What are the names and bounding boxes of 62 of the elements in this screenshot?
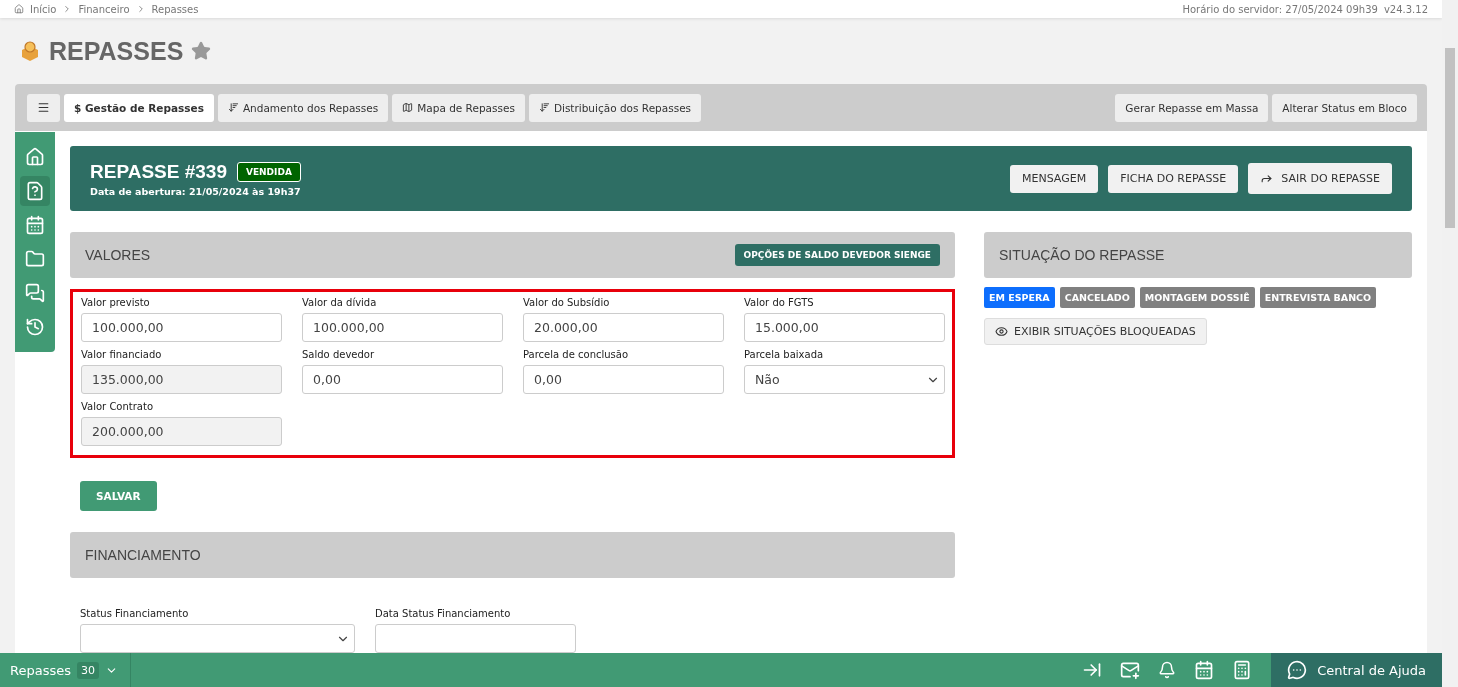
opening-date: Data de abertura: 21/05/2024 às 19h37 [90,185,301,197]
status-tag[interactable]: CANCELADO [1059,287,1135,308]
show-blocked-button[interactable]: EXIBIR SITUAÇÕES BLOQUEADAS [984,318,1207,345]
menu-button[interactable] [27,93,60,122]
field-label: Valor financiado [81,349,163,360]
sienge-options-button[interactable]: OPÇÕES DE SALDO DEVEDOR SIENGE [734,244,940,266]
tab[interactable]: $ Gestão de Repasses [64,93,214,122]
eye-icon [995,325,1008,338]
breadcrumb-link[interactable]: Início [30,3,57,15]
select-field[interactable] [80,624,355,653]
count-badge: 30 [77,661,99,679]
map-icon [402,102,414,113]
chat-bubble-icon [1287,660,1308,680]
scrollbar-thumb[interactable] [1445,48,1455,228]
document-icon[interactable] [20,176,50,206]
exit-arrow-icon [1260,172,1274,185]
breadcrumb-link[interactable]: Financeiro [78,3,130,15]
field-label: Valor previsto [81,297,151,308]
field-label: Valor da dívida [302,297,378,308]
home-icon [14,4,24,14]
version-label: v24.3.12 [1383,3,1428,15]
status-tag[interactable]: EM ESPERA [984,287,1055,308]
field-label: Saldo devedor [302,349,376,360]
status-tag[interactable]: MONTAGEM DOSSIÊ [1139,287,1255,308]
section-title: FINANCIAMENTO [85,547,201,563]
status-badge: VENDIDA [236,161,301,182]
input-field[interactable]: 0,00 [523,365,724,394]
sort-icon [227,102,239,113]
header-button[interactable]: SAIR DO REPASSE [1248,163,1392,194]
field-label: Status Financiamento [80,608,190,619]
section-title: SITUAÇÃO DO REPASSE [999,247,1165,263]
favorite-star-icon[interactable] [191,41,212,61]
header-button[interactable]: FICHA DO REPASSE [1108,164,1239,193]
input-field[interactable]: 100.000,00 [302,313,503,342]
tab[interactable]: Andamento dos Repasses [217,93,389,122]
sort-icon [538,102,550,113]
page-title: REPASSES [49,36,184,66]
record-title: REPASSE #339 [90,160,227,183]
money-box-icon [19,40,41,62]
input-field[interactable]: 20.000,00 [523,313,724,342]
field-label: Valor do Subsídio [523,297,611,308]
input-field[interactable]: 100.000,00 [81,313,282,342]
menu-icon [37,101,50,114]
field-label: Parcela baixada [744,349,825,360]
field-label: Data Status Financiamento [375,608,512,619]
select-field[interactable]: Não [744,365,945,394]
field-label: Valor Contrato [81,401,155,412]
input-field[interactable] [375,624,576,653]
breadcrumb-link[interactable]: Repasses [151,3,199,15]
input-field[interactable]: 0,00 [302,365,503,394]
tab[interactable]: Distribuição dos Repasses [528,93,702,122]
field-label: Parcela de conclusão [523,349,630,360]
toolbar-button[interactable]: Gerar Repasse em Massa [1115,93,1269,122]
server-time: Horário do servidor: 27/05/2024 09h39 [1182,3,1378,15]
field-label: Valor do FGTS [744,297,815,308]
help-center-button[interactable]: Central de Ajuda [1271,653,1442,687]
status-tag[interactable]: ENTREVISTA BANCO [1259,287,1377,308]
toolbar-button[interactable]: Alterar Status em Bloco [1272,93,1417,122]
header-button[interactable]: MENSAGEM [1010,164,1099,193]
section-title: VALORES [85,247,151,263]
tab[interactable]: Mapa de Repasses [392,93,525,122]
input-field[interactable]: 15.000,00 [744,313,945,342]
